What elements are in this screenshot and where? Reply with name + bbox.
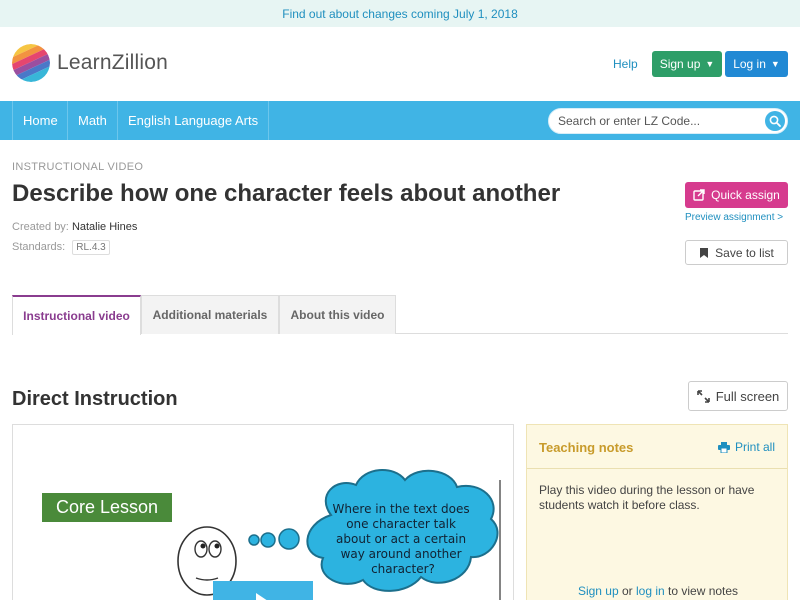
nav-item-ela[interactable]: English Language Arts: [117, 101, 270, 140]
tab-additional-materials[interactable]: Additional materials: [141, 295, 279, 334]
quick-assign-button[interactable]: Quick assign: [685, 182, 788, 208]
tab-label: About this video: [290, 308, 385, 322]
teaching-notes-header: Teaching notes Print all: [527, 425, 787, 469]
quick-assign-label: Quick assign: [711, 188, 780, 202]
section-title: Direct Instruction: [12, 388, 178, 410]
save-to-list-label: Save to list: [715, 245, 774, 260]
tab-label: Additional materials: [152, 308, 268, 322]
nav-item-math[interactable]: Math: [67, 101, 117, 140]
play-button[interactable]: [213, 581, 313, 600]
thought-bubble: Where in the text does one character tal…: [306, 468, 499, 592]
video-player[interactable]: Core Lesson Where in the text does one c…: [12, 424, 514, 600]
full-screen-label: Full screen: [715, 388, 780, 404]
tab-instructional-video[interactable]: Instructional video: [12, 295, 141, 335]
standards: Standards: RL.4.3: [12, 240, 110, 255]
signup-link[interactable]: Sign up: [578, 584, 619, 598]
bubble-line: about or act a certain: [336, 532, 466, 546]
author-name[interactable]: Natalie Hines: [72, 221, 137, 233]
expand-icon: [696, 389, 710, 403]
announcement-bar[interactable]: Find out about changes coming July 1, 20…: [0, 0, 800, 27]
video-thumbnail: Core Lesson Where in the text does one c…: [42, 468, 501, 600]
search-button[interactable]: [765, 111, 785, 131]
preview-assignment-link[interactable]: Preview assignment >: [685, 212, 783, 223]
share-icon: [693, 189, 705, 201]
signup-button[interactable]: Sign up ▼: [652, 51, 722, 77]
logo-text: LearnZillion: [57, 51, 168, 74]
nav-item-home[interactable]: Home: [12, 101, 68, 140]
site-header: LearnZillion Help Sign up ▼ Log in ▼: [0, 27, 800, 101]
logo-icon: [12, 44, 50, 82]
tab-about-this-video[interactable]: About this video: [279, 295, 396, 334]
page-title: Describe how one character feels about a…: [12, 180, 561, 207]
save-to-list-button[interactable]: Save to list: [685, 240, 788, 265]
teaching-notes-body: Play this video during the lesson or hav…: [539, 483, 755, 512]
teaching-notes-title: Teaching notes: [539, 440, 634, 455]
search-box: [548, 108, 788, 134]
signup-label: Sign up: [659, 57, 701, 71]
notes-login-prompt: Sign up or log in to view notes: [527, 584, 789, 598]
main-nav: Home Math English Language Arts: [0, 101, 800, 140]
bubble-line: way around another: [341, 547, 462, 561]
core-lesson-label: Core Lesson: [56, 497, 158, 517]
print-all-button[interactable]: Print all: [717, 440, 775, 454]
view-notes-text: to view notes: [664, 584, 739, 598]
content-tabs: Instructional video Additional materials…: [12, 295, 788, 335]
chevron-down-icon: ▼: [705, 59, 715, 69]
or-text: or: [618, 584, 636, 598]
print-all-label: Print all: [734, 440, 775, 454]
standards-label: Standards:: [12, 241, 66, 253]
standard-badge[interactable]: RL.4.3: [72, 240, 110, 255]
content-type-label: INSTRUCTIONAL VIDEO: [12, 161, 144, 173]
bubble-line: one character talk: [346, 517, 456, 531]
bubble-line: Where in the text does: [333, 502, 470, 516]
tab-label: Instructional video: [23, 309, 130, 323]
bookmark-icon: [700, 247, 709, 258]
nav-item-label: Home: [23, 113, 58, 128]
help-link[interactable]: Help: [613, 57, 638, 71]
login-label: Log in: [733, 57, 766, 71]
login-link[interactable]: log in: [636, 584, 665, 598]
nav-item-label: Math: [78, 113, 107, 128]
created-by-label: Created by:: [12, 221, 69, 233]
login-button[interactable]: Log in ▼: [725, 51, 788, 77]
created-by: Created by: Natalie Hines: [12, 221, 137, 233]
search-icon: [769, 115, 781, 127]
printer-icon: [717, 441, 730, 453]
chevron-down-icon: ▼: [770, 59, 780, 69]
bubble-line: character?: [371, 562, 435, 576]
teaching-notes-panel: Teaching notes Print all Play this video…: [526, 424, 788, 600]
full-screen-button[interactable]: Full screen: [688, 381, 788, 411]
logo[interactable]: LearnZillion: [12, 44, 168, 82]
nav-item-label: English Language Arts: [128, 113, 259, 128]
announcement-text[interactable]: Find out about changes coming July 1, 20…: [282, 7, 518, 21]
search-input[interactable]: [549, 109, 759, 133]
